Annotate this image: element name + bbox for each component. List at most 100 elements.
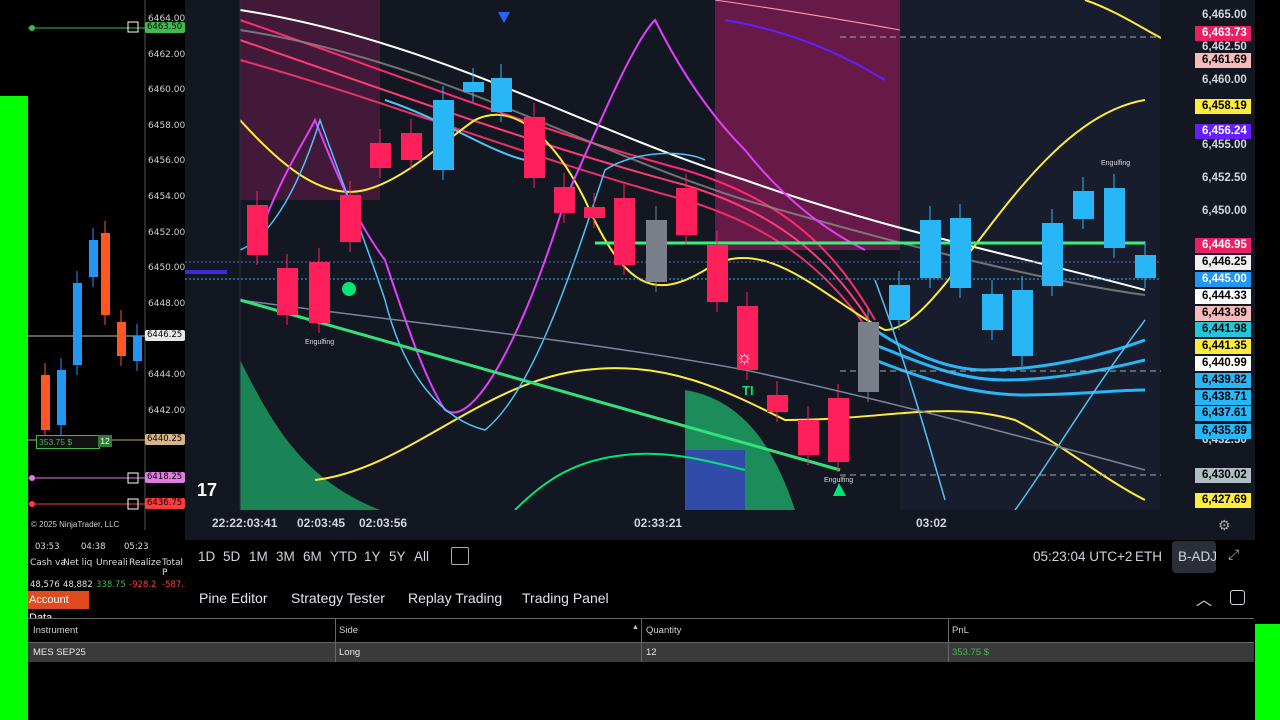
time-axis[interactable]	[185, 510, 1255, 540]
ninja-price-tag: 6463.50	[145, 22, 185, 33]
header-instrument[interactable]: Instrument	[33, 625, 78, 636]
account-value: 48,576	[30, 580, 60, 590]
ninja-price-tag: 6440.25	[145, 434, 185, 445]
ninja-candle	[101, 233, 110, 315]
candle	[277, 268, 298, 315]
timeframe-button-1m[interactable]: 1M	[249, 549, 268, 564]
header-side[interactable]: Side	[339, 625, 358, 636]
ninja-time-label: 05:23	[124, 542, 149, 552]
candle	[491, 78, 512, 112]
account-value: -928.2	[129, 580, 157, 590]
ninja-candle	[117, 322, 126, 356]
tab-replay-trading[interactable]: Replay Trading	[408, 590, 502, 606]
sun-icon: ☼	[736, 347, 753, 367]
main-chart[interactable]: 17 Engulfing Engulfing Engulfing TI ☼	[185, 0, 1195, 510]
candle	[584, 207, 605, 218]
ninja-price-label: 6450.00	[148, 263, 186, 274]
settings-gear-icon[interactable]: ⚙	[1218, 517, 1231, 534]
ninja-candle	[41, 375, 50, 430]
timeframe-button-1y[interactable]: 1Y	[364, 549, 381, 564]
ninja-price-label: 6456.00	[148, 156, 186, 167]
candle	[1012, 290, 1033, 356]
collapse-chevron-icon[interactable]: ︿	[1196, 586, 1212, 610]
cell-quantity: 12	[646, 647, 657, 658]
engulfing-label-1: Engulfing	[305, 339, 335, 346]
ninja-price-tag: 6446.25	[145, 330, 185, 341]
clock[interactable]: 05:23:04 UTC+2	[1033, 549, 1132, 564]
maximize-panel-icon[interactable]	[1230, 590, 1245, 605]
green-frame-left	[0, 96, 28, 720]
price-axis-tag: 6,439.82	[1195, 373, 1251, 388]
fullscreen-icon[interactable]: ⤢	[1228, 546, 1239, 563]
price-axis-tag: 6,437.61	[1195, 406, 1251, 421]
svg-text:17: 17	[197, 480, 217, 500]
account-header: Realize	[129, 558, 162, 568]
candle	[370, 143, 391, 168]
ninjatrader-chart[interactable]: 6464.00 6462.00 6460.00 6458.00 6456.00 6454.…	[28, 0, 185, 600]
ninja-price-label: 6462.00	[148, 49, 186, 60]
timeframe-button-5d[interactable]: 5D	[223, 549, 240, 564]
account-value: 338.75	[96, 580, 126, 590]
engulfing-label-3: Engulfing	[1101, 160, 1131, 167]
candle	[798, 420, 819, 455]
price-axis-tag: 6,456.24	[1195, 124, 1251, 139]
candle	[858, 322, 879, 392]
price-axis-tag: 6,427.69	[1195, 493, 1251, 508]
time-axis-label: 02:03:56	[359, 516, 408, 530]
account-header: Unreali	[96, 558, 128, 568]
goto-date-icon[interactable]	[451, 547, 469, 565]
candle	[614, 198, 635, 265]
candle	[1135, 255, 1156, 278]
candle	[646, 220, 667, 282]
ninja-candle	[57, 370, 66, 425]
timeframe-button-3m[interactable]: 3M	[276, 549, 295, 564]
price-axis-tag: 6,446.95	[1195, 238, 1251, 253]
account-header: Cash va	[30, 558, 66, 568]
candle	[309, 262, 330, 323]
ninja-time-label: 03:53	[35, 542, 60, 552]
timeframe-button-6m[interactable]: 6M	[303, 549, 322, 564]
tab-pine-editor[interactable]: Pine Editor	[199, 590, 267, 606]
ninja-price-label: 6454.00	[148, 192, 186, 202]
candle	[889, 285, 910, 320]
price-axis-tag: 6,463.73	[1195, 26, 1251, 41]
candle	[828, 398, 849, 462]
price-axis-label: 6,452.50	[1202, 172, 1247, 184]
timeframe-button-1d[interactable]: 1D	[198, 549, 215, 564]
adjust-button[interactable]: B-ADJ	[1178, 549, 1217, 564]
ninja-price-label: 6444.00	[148, 370, 186, 380]
col-divider	[335, 619, 336, 662]
session-button[interactable]: ETH	[1135, 549, 1162, 564]
account-value: 48,882	[63, 580, 93, 590]
candle	[524, 117, 545, 178]
time-axis-label: 03:02	[916, 516, 947, 530]
time-axis-label: 02:03:45	[297, 516, 346, 530]
price-axis-tag: 6,446.25	[1195, 255, 1251, 270]
col-divider	[948, 619, 949, 662]
price-axis-label: 6,455.00	[1202, 139, 1247, 151]
account-data-tab[interactable]: Account Data	[28, 591, 89, 624]
price-axis-tag: 6,444.33	[1195, 289, 1251, 304]
position-qty-label: 12	[98, 435, 112, 447]
candle	[247, 205, 268, 255]
ninja-copyright: © 2025 NinjaTrader, LLC	[31, 520, 120, 529]
ninja-price-label: 6442.00	[148, 405, 186, 416]
ninja-time-label: 04:38	[81, 542, 106, 552]
ninja-candle	[89, 240, 98, 277]
ninja-price-tag: 6418.25	[145, 472, 185, 483]
price-axis-tag: 6,445.00	[1195, 272, 1251, 287]
timeframe-button-ytd[interactable]: YTD	[330, 549, 357, 564]
header-quantity[interactable]: Quantity	[646, 625, 681, 636]
green-frame-right	[1255, 624, 1280, 720]
time-axis-label: 02:33:21	[634, 516, 683, 530]
candle	[1042, 223, 1063, 286]
tab-strategy-tester[interactable]: Strategy Tester	[291, 590, 385, 606]
ninja-price-tag: 6436.75	[145, 498, 185, 509]
timeframe-button-5y[interactable]: 5Y	[389, 549, 406, 564]
price-axis-tag: 6,443.89	[1195, 306, 1251, 321]
header-pnl[interactable]: PnL	[952, 625, 969, 636]
sort-up-icon: ▲	[632, 624, 639, 631]
timeframe-button-all[interactable]: All	[414, 549, 429, 564]
tab-trading-panel[interactable]: Trading Panel	[522, 590, 609, 606]
candle	[554, 187, 575, 213]
